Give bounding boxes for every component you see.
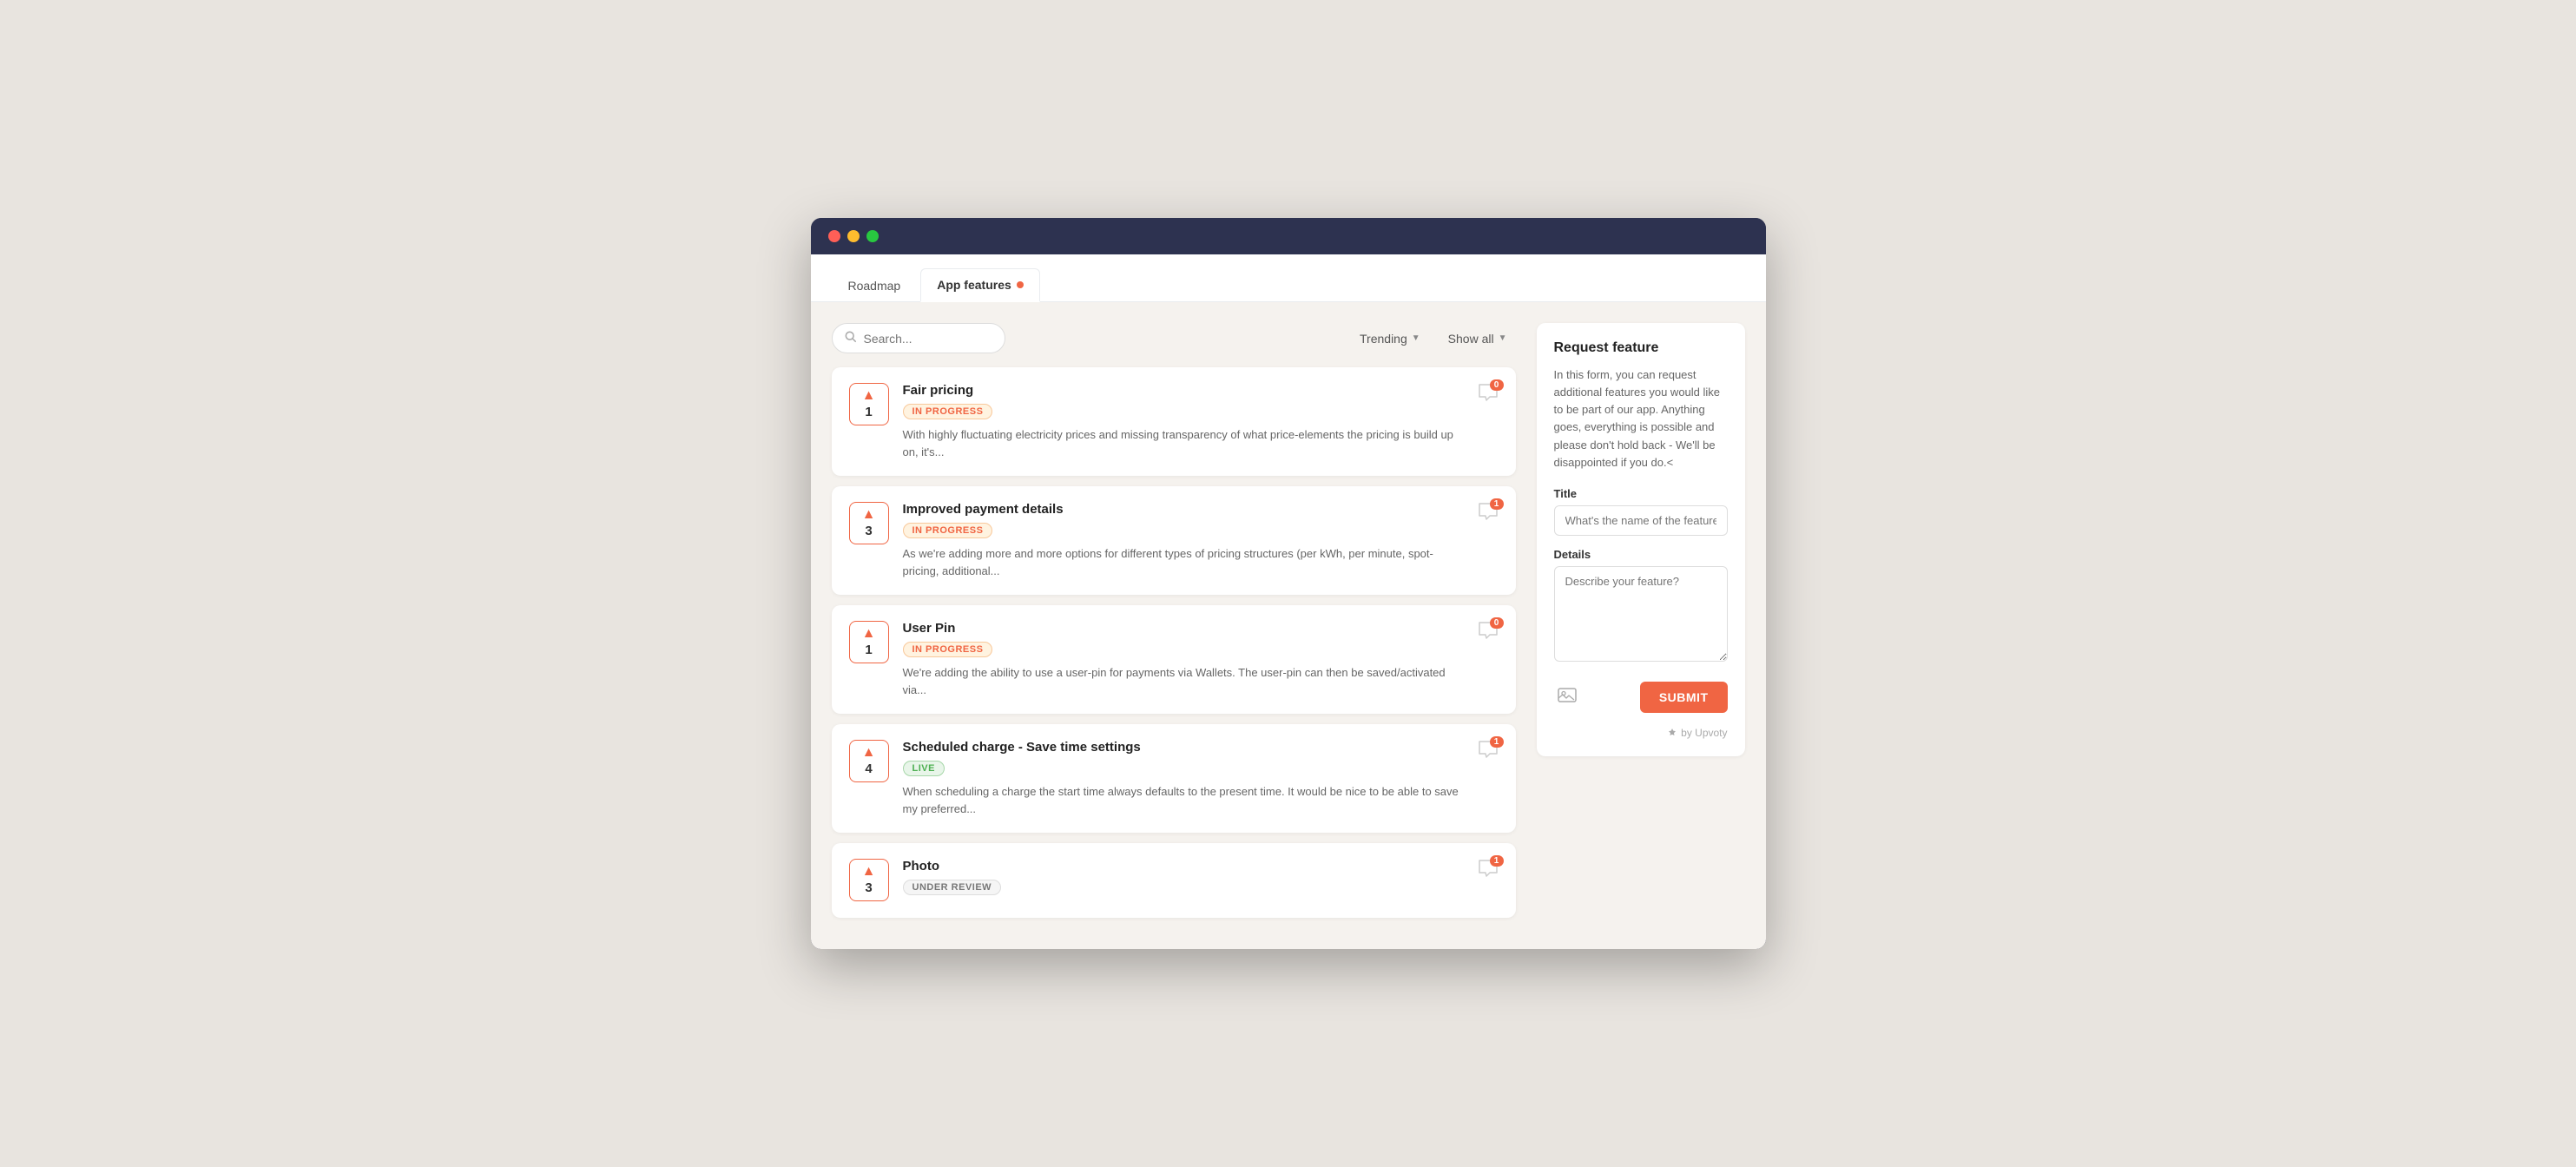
vote-up-icon: ▲: [862, 746, 876, 760]
feature-card[interactable]: ▲ 4 Scheduled charge - Save time setting…: [832, 724, 1516, 833]
card-description: With highly fluctuating electricity pric…: [903, 426, 1464, 460]
search-icon: [845, 331, 857, 346]
tab-roadmap[interactable]: Roadmap: [832, 269, 918, 301]
card-content: Improved payment details IN PROGRESS As …: [903, 502, 1464, 579]
vote-count: 3: [865, 880, 872, 895]
card-title: User Pin: [903, 621, 1464, 636]
comment-button[interactable]: 1: [1478, 502, 1499, 525]
vote-up-icon: ▲: [862, 389, 876, 403]
card-title: Scheduled charge - Save time settings: [903, 740, 1464, 755]
tab-app-features[interactable]: App features: [920, 268, 1040, 302]
card-description: As we're adding more and more options fo…: [903, 545, 1464, 579]
vote-box[interactable]: ▲ 4: [849, 740, 889, 782]
trending-chevron-icon: ▼: [1412, 333, 1420, 343]
comment-button[interactable]: 1: [1478, 740, 1499, 763]
traffic-light-yellow[interactable]: [847, 230, 860, 242]
search-box[interactable]: [832, 323, 1005, 353]
browser-toolbar: [811, 218, 1766, 254]
comment-count: 0: [1490, 617, 1504, 629]
vote-up-icon: ▲: [862, 627, 876, 641]
request-feature-title: Request feature: [1554, 340, 1728, 356]
right-panel: Request feature In this form, you can re…: [1537, 323, 1745, 928]
comment-count: 0: [1490, 379, 1504, 391]
upvoty-credit: by Upvoty: [1554, 727, 1728, 739]
comment-button[interactable]: 0: [1478, 383, 1499, 406]
comment-count: 1: [1490, 855, 1504, 867]
trending-button[interactable]: Trending ▼: [1351, 326, 1429, 351]
title-input[interactable]: [1554, 505, 1728, 536]
status-badge: LIVE: [903, 761, 945, 776]
card-content: Scheduled charge - Save time settings LI…: [903, 740, 1464, 817]
vote-count: 3: [865, 524, 872, 538]
image-upload-button[interactable]: [1554, 683, 1580, 710]
vote-box[interactable]: ▲ 3: [849, 502, 889, 544]
feature-card[interactable]: ▲ 1 Fair pricing IN PROGRESS With highly…: [832, 367, 1516, 476]
form-footer: SUBMIT: [1554, 682, 1728, 713]
vote-count: 4: [865, 762, 872, 776]
card-title: Improved payment details: [903, 502, 1464, 517]
comment-button[interactable]: 0: [1478, 621, 1499, 644]
feature-card[interactable]: ▲ 1 User Pin IN PROGRESS We're adding th…: [832, 605, 1516, 714]
status-badge: IN PROGRESS: [903, 642, 993, 657]
vote-count: 1: [865, 405, 872, 419]
vote-box[interactable]: ▲ 1: [849, 621, 889, 663]
card-right: 1: [1478, 859, 1499, 882]
main-layout: Trending ▼ Show all ▼ ▲ 1 F: [811, 302, 1766, 949]
card-content: Fair pricing IN PROGRESS With highly flu…: [903, 383, 1464, 460]
vote-count: 1: [865, 643, 872, 657]
comment-count: 1: [1490, 498, 1504, 510]
details-textarea[interactable]: [1554, 566, 1728, 662]
submit-button[interactable]: SUBMIT: [1640, 682, 1728, 713]
card-right: 1: [1478, 502, 1499, 525]
show-all-chevron-icon: ▼: [1499, 333, 1507, 343]
feature-list: ▲ 1 Fair pricing IN PROGRESS With highly…: [832, 367, 1516, 918]
request-feature-description: In this form, you can request additional…: [1554, 366, 1728, 471]
card-title: Fair pricing: [903, 383, 1464, 398]
comment-button[interactable]: 1: [1478, 859, 1499, 882]
card-title: Photo: [903, 859, 1464, 874]
status-badge: UNDER REVIEW: [903, 880, 1002, 895]
vote-box[interactable]: ▲ 1: [849, 383, 889, 425]
status-badge: IN PROGRESS: [903, 404, 993, 419]
title-label: Title: [1554, 487, 1728, 500]
show-all-button[interactable]: Show all ▼: [1440, 326, 1516, 351]
traffic-light-red[interactable]: [828, 230, 840, 242]
comment-count: 1: [1490, 736, 1504, 748]
filter-bar: Trending ▼ Show all ▼: [832, 323, 1516, 353]
details-label: Details: [1554, 548, 1728, 561]
status-badge: IN PROGRESS: [903, 523, 993, 538]
card-content: Photo UNDER REVIEW: [903, 859, 1464, 902]
left-panel: Trending ▼ Show all ▼ ▲ 1 F: [832, 323, 1516, 928]
card-description: We're adding the ability to use a user-p…: [903, 664, 1464, 698]
filter-controls: Trending ▼ Show all ▼: [1351, 326, 1515, 351]
vote-box[interactable]: ▲ 3: [849, 859, 889, 901]
feature-card[interactable]: ▲ 3 Photo UNDER REVIEW 1: [832, 843, 1516, 918]
nav-tabs: Roadmap App features: [811, 254, 1766, 302]
request-feature-panel: Request feature In this form, you can re…: [1537, 323, 1745, 756]
card-right: 1: [1478, 740, 1499, 763]
card-right: 0: [1478, 621, 1499, 644]
active-indicator-dot: [1017, 281, 1024, 288]
search-input[interactable]: [864, 332, 992, 346]
card-content: User Pin IN PROGRESS We're adding the ab…: [903, 621, 1464, 698]
vote-up-icon: ▲: [862, 508, 876, 522]
card-right: 0: [1478, 383, 1499, 406]
feature-card[interactable]: ▲ 3 Improved payment details IN PROGRESS…: [832, 486, 1516, 595]
vote-up-icon: ▲: [862, 865, 876, 879]
traffic-light-green[interactable]: [866, 230, 879, 242]
card-description: When scheduling a charge the start time …: [903, 783, 1464, 817]
